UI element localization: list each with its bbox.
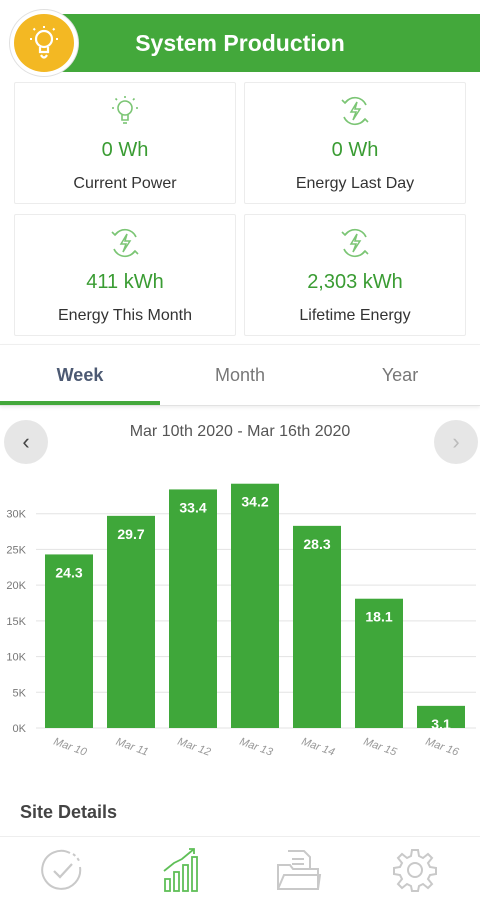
next-period-button[interactable]: › [434, 420, 478, 464]
stat-card-lifetime-energy: 2,303 kWh Lifetime Energy [244, 214, 466, 336]
lightbulb-icon [112, 96, 138, 124]
stat-value: 411 kWh [86, 271, 164, 293]
bar-value-label: 28.3 [303, 536, 330, 552]
stat-value: 0 Wh [331, 139, 379, 161]
bar-value-label: 34.2 [241, 494, 268, 510]
stat-label: Energy This Month [58, 307, 192, 324]
stats-grid: 0 Wh Current Power 0 Wh Energy Last Day … [14, 82, 466, 336]
lightbulb-icon [30, 26, 58, 59]
chart-bar [231, 483, 279, 728]
bar-value-label: 29.7 [117, 526, 144, 542]
stat-card-energy-this-month: 411 kWh Energy This Month [14, 214, 236, 336]
bottom-navigation [0, 836, 480, 900]
y-tick-label: 30K [6, 509, 26, 521]
y-tick-label: 20K [6, 580, 26, 592]
x-tick-label: Mar 16 [424, 736, 461, 759]
x-tick-label: Mar 14 [300, 736, 336, 759]
y-tick-label: 5K [13, 687, 27, 699]
bar-value-label: 24.3 [55, 564, 82, 580]
stat-card-energy-last-day: 0 Wh Energy Last Day [244, 82, 466, 204]
chart-bar [107, 515, 155, 728]
app-logo[interactable] [10, 10, 78, 76]
x-tick-label: Mar 13 [238, 736, 275, 759]
stat-card-current-power: 0 Wh Current Power [14, 82, 236, 204]
stat-value: 2,303 kWh [307, 271, 403, 293]
chart-bar [45, 554, 93, 728]
weekly-production-chart: 0K 5K 10K 15K 20K 25K 30K 24.3 Mar 10 29.7 Mar 11 3… [6, 483, 476, 759]
y-tick-label: 0K [13, 723, 27, 735]
energy-cycle-icon [341, 228, 369, 258]
energy-cycle-icon [341, 96, 369, 126]
energy-cycle-icon [111, 228, 139, 258]
app-header: System Production [0, 0, 480, 84]
x-tick-label: Mar 15 [362, 736, 399, 759]
chart-bar [169, 489, 217, 728]
y-tick-label: 25K [6, 544, 26, 556]
x-tick-label: Mar 12 [176, 736, 212, 759]
tab-week[interactable]: Week [0, 345, 160, 405]
y-tick-label: 15K [6, 616, 26, 628]
stat-label: Lifetime Energy [299, 307, 411, 324]
bar-value-label: 18.1 [365, 609, 392, 625]
previous-period-button[interactable]: ‹ [4, 420, 48, 464]
period-tabs: Week Month Year [0, 344, 480, 406]
bar-chart-icon[interactable] [158, 845, 208, 895]
bar-value-label: 3.1 [431, 716, 451, 732]
site-details-heading: Site Details [20, 802, 118, 822]
chart-bar [293, 525, 341, 728]
active-tab-indicator [0, 401, 160, 405]
check-circle-icon[interactable] [38, 845, 88, 895]
y-tick-label: 10K [6, 652, 26, 664]
stat-label: Energy Last Day [295, 175, 415, 192]
gear-icon[interactable] [390, 845, 440, 895]
stat-value: 0 Wh [101, 139, 149, 161]
x-tick-label: Mar 10 [52, 736, 89, 759]
bar-value-label: 33.4 [179, 499, 206, 515]
tab-month[interactable]: Month [160, 345, 320, 405]
tab-year[interactable]: Year [320, 345, 480, 405]
date-range-label: Mar 10th 2020 - Mar 16th 2020 [129, 423, 351, 440]
stat-label: Current Power [73, 175, 177, 192]
x-tick-label: Mar 11 [114, 736, 150, 759]
documents-folder-icon[interactable] [274, 845, 324, 895]
